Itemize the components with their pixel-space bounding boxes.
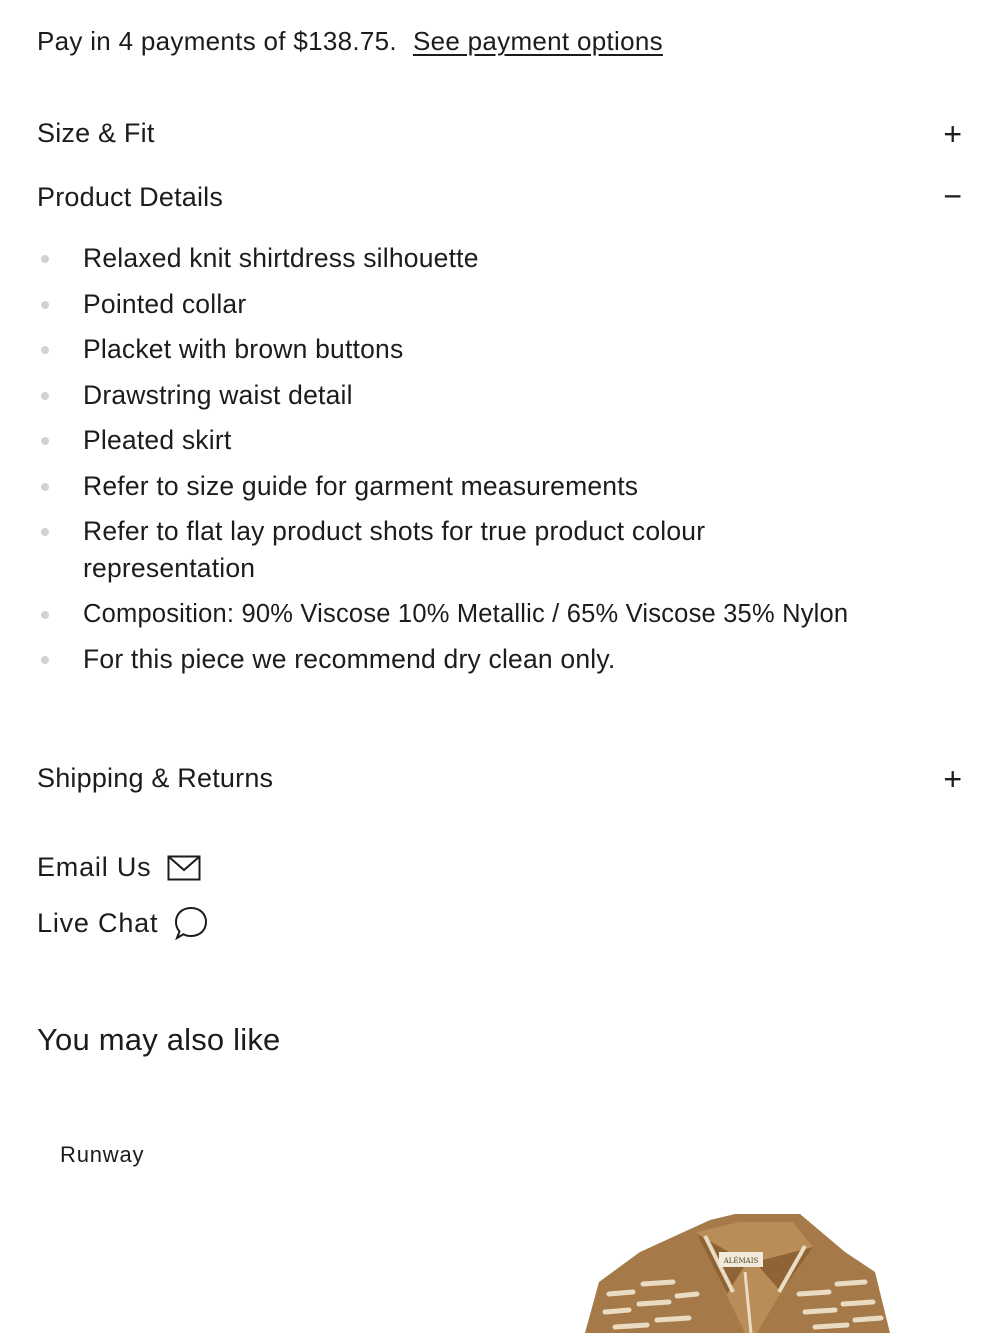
list-item-text: Placket with brown buttons: [83, 334, 404, 364]
payment-info: Pay in 4 payments of $138.75. See payment…: [37, 26, 663, 57]
list-item: Pleated skirt: [37, 422, 957, 459]
live-chat-label: Live Chat: [37, 907, 159, 938]
list-item-text: Relaxed knit shirtdress silhouette: [83, 243, 479, 273]
list-item-text: Composition: 90% Viscose 10% Metallic / …: [83, 599, 849, 628]
bullet-dot: [41, 391, 49, 400]
list-item: Drawstring waist detail: [37, 377, 957, 414]
accordion-size-fit-title[interactable]: Size & Fit: [37, 118, 155, 149]
list-item: Pointed collar: [37, 286, 957, 323]
email-us-link[interactable]: Email Us: [37, 852, 201, 883]
bullet-dot: [41, 437, 49, 445]
list-item: Refer to size guide for garment measurem…: [37, 468, 957, 505]
list-item-text: Pleated skirt: [83, 425, 232, 455]
list-item-text: Drawstring waist detail: [83, 379, 353, 410]
bullet-dot: [41, 255, 49, 263]
list-item: Refer to flat lay product shots for true…: [37, 513, 957, 587]
you-may-also-like-heading: You may also like: [37, 1022, 281, 1057]
list-item-text: Pointed collar: [83, 288, 247, 319]
accordion-shipping-returns-title[interactable]: Shipping & Returns: [37, 763, 273, 794]
email-us-label: Email Us: [37, 852, 152, 882]
list-item-text: For this piece we recommend dry clean on…: [83, 644, 616, 674]
product-details-list: Relaxed knit shirtdress silhouette Point…: [37, 240, 957, 687]
bullet-dot: [41, 610, 49, 619]
chat-bubble-icon: [175, 906, 208, 940]
bullet-dot: [41, 300, 49, 309]
list-item-text: Refer to flat lay product shots for true…: [83, 516, 706, 583]
see-payment-options-link[interactable]: See payment options: [413, 26, 663, 56]
garment-brand-label: ALÉMAIS: [723, 1256, 759, 1265]
bullet-dot: [41, 528, 49, 536]
bullet-dot: [41, 346, 49, 354]
minus-icon[interactable]: −: [943, 180, 962, 212]
plus-icon[interactable]: +: [943, 763, 962, 795]
payment-text: Pay in 4 payments of $138.75.: [37, 26, 397, 56]
list-item: For this piece we recommend dry clean on…: [37, 641, 957, 678]
bullet-dot: [41, 656, 49, 664]
list-item-text: Refer to size guide for garment measurem…: [83, 470, 639, 501]
list-item: Relaxed knit shirtdress silhouette: [37, 240, 957, 277]
plus-icon[interactable]: +: [943, 118, 962, 150]
list-item: Placket with brown buttons: [37, 331, 957, 368]
accordion-product-details-title[interactable]: Product Details: [37, 182, 223, 213]
live-chat-link[interactable]: Live Chat: [37, 906, 208, 940]
product-image[interactable]: ALÉMAIS: [585, 1212, 905, 1333]
envelope-icon: [167, 855, 201, 880]
bullet-dot: [41, 482, 49, 491]
runway-tag: Runway: [60, 1142, 145, 1167]
list-item: Composition: 90% Viscose 10% Metallic / …: [37, 596, 957, 633]
